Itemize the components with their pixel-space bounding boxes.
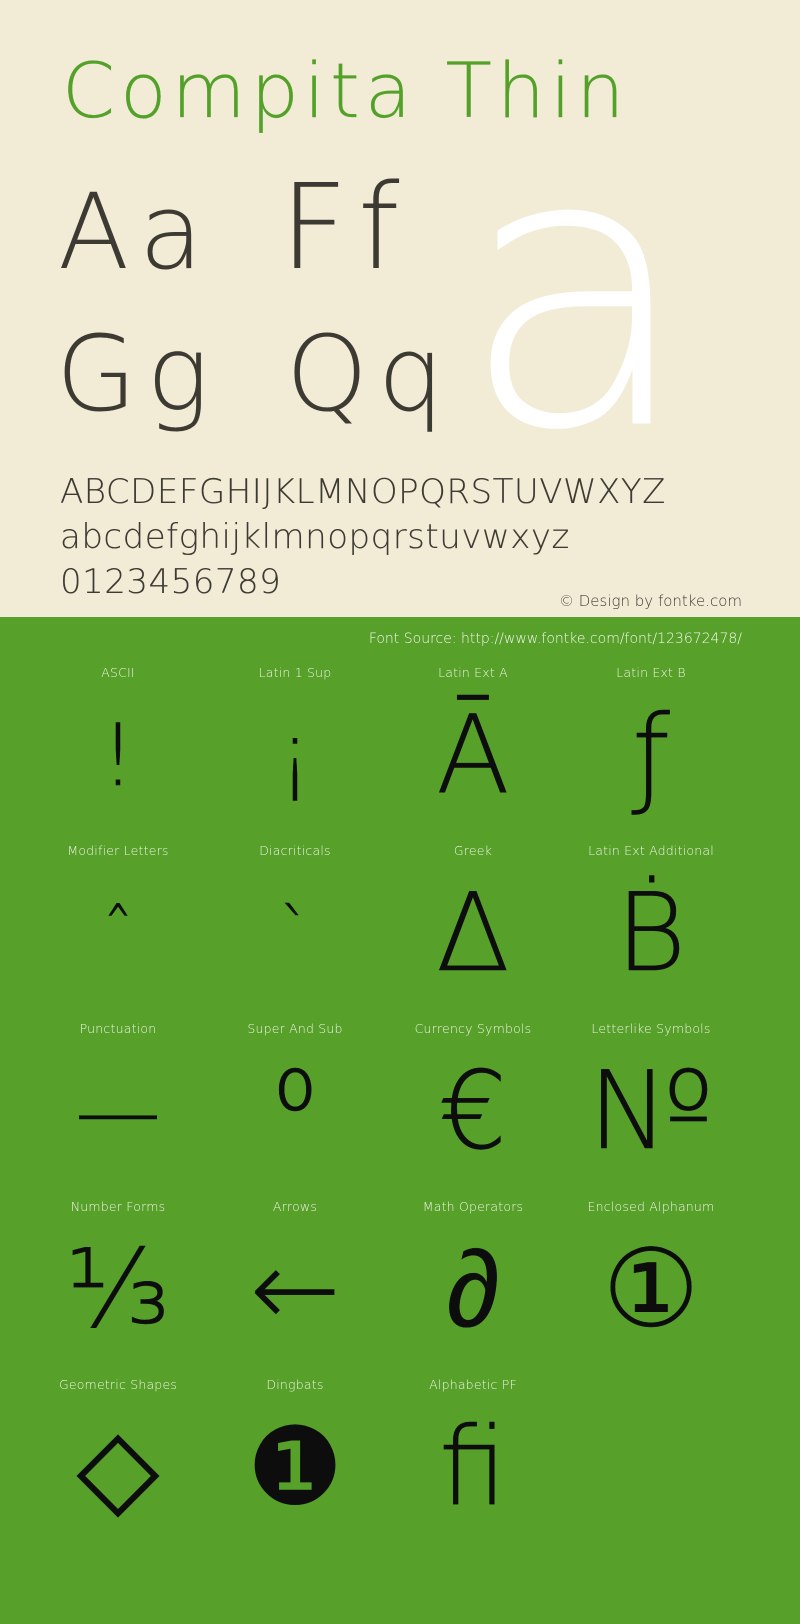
coverage-glyph: Ā bbox=[436, 693, 510, 818]
coverage-cell-diacriticals: Diacriticals ˋ bbox=[206, 833, 384, 1011]
coverage-glyph: ƒ bbox=[631, 693, 671, 818]
specimen-top-panel: Compita Thin Aa Ff Gg Qq a ABCDEFGHIJKLM… bbox=[0, 0, 800, 617]
coverage-cell-math-operators: Math Operators ∂ bbox=[384, 1189, 562, 1367]
coverage-label: Latin Ext B bbox=[616, 665, 686, 680]
coverage-glyph: ⁰ bbox=[273, 1049, 317, 1174]
coverage-glyph: — bbox=[75, 1062, 161, 1162]
showcase-glyph-pair-gg: Gg bbox=[56, 313, 219, 435]
coverage-label: Punctuation bbox=[79, 1021, 157, 1036]
coverage-cell-modifier-letters: Modifier Letters ˆ bbox=[29, 833, 207, 1011]
coverage-cell-geometric-shapes: Geometric Shapes ◇ bbox=[29, 1367, 207, 1545]
coverage-label: Greek bbox=[453, 843, 493, 858]
coverage-cell-latin-1-sup: Latin 1 Sup ¡ bbox=[206, 655, 384, 833]
unicode-coverage-grid: ASCII ! Latin 1 Sup ¡ Latin Ext A Ā Lati… bbox=[0, 655, 800, 1547]
coverage-glyph: ! bbox=[100, 706, 136, 806]
coverage-cell-currency-symbols: Currency Symbols € bbox=[384, 1011, 562, 1189]
coverage-label: ASCII bbox=[101, 665, 135, 680]
alphabet-block: ABCDEFGHIJKLMNOPQRSTUVWXYZ abcdefghijklm… bbox=[60, 470, 760, 605]
coverage-row: Modifier Letters ˆ Diacriticals ˋ Greek … bbox=[0, 833, 800, 1011]
coverage-cell-number-forms: Number Forms ⅓ bbox=[29, 1189, 207, 1367]
coverage-row: Punctuation — Super And Sub ⁰ Currency S… bbox=[0, 1011, 800, 1189]
coverage-glyph: ❶ bbox=[246, 1405, 344, 1530]
coverage-cell-dingbats: Dingbats ❶ bbox=[206, 1367, 384, 1545]
coverage-glyph: ˆ bbox=[101, 895, 135, 972]
coverage-label: Currency Symbols bbox=[414, 1021, 532, 1036]
coverage-glyph: ﬁ bbox=[438, 1405, 508, 1530]
coverage-label: Number Forms bbox=[70, 1199, 166, 1214]
coverage-glyph: ⅓ bbox=[65, 1227, 171, 1352]
showcase-glyph-pair-aa: Aa bbox=[58, 171, 213, 293]
coverage-cell-latin-ext-additional: Latin Ext Additional Ḃ bbox=[562, 833, 740, 1011]
coverage-label: Letterlike Symbols bbox=[591, 1021, 711, 1036]
coverage-row: Geometric Shapes ◇ Dingbats ❶ Alphabetic… bbox=[0, 1367, 800, 1547]
coverage-label: Dingbats bbox=[266, 1377, 324, 1392]
coverage-label: Super And Sub bbox=[247, 1021, 343, 1036]
coverage-cell-greek: Greek Δ bbox=[384, 833, 562, 1011]
coverage-cell-letterlike-symbols: Letterlike Symbols № bbox=[562, 1011, 740, 1189]
coverage-label: Alphabetic PF bbox=[429, 1377, 517, 1392]
coverage-label: Latin Ext A bbox=[438, 665, 508, 680]
coverage-label: Geometric Shapes bbox=[58, 1377, 178, 1392]
coverage-glyph: ∂ bbox=[446, 1227, 500, 1352]
coverage-row: Number Forms ⅓ Arrows ← Math Operators ∂… bbox=[0, 1189, 800, 1367]
alphabet-uppercase: ABCDEFGHIJKLMNOPQRSTUVWXYZ bbox=[60, 472, 666, 512]
coverage-label: Math Operators bbox=[422, 1199, 524, 1214]
coverage-cell-super-and-sub: Super And Sub ⁰ bbox=[206, 1011, 384, 1189]
coverage-glyph: € bbox=[438, 1049, 508, 1174]
design-credit: © Design by fontke.com bbox=[558, 592, 742, 610]
coverage-label: Latin Ext Additional bbox=[588, 843, 714, 858]
coverage-label: Modifier Letters bbox=[67, 843, 169, 858]
coverage-label: Diacriticals bbox=[259, 843, 331, 858]
coverage-row: ASCII ! Latin 1 Sup ¡ Latin Ext A Ā Lati… bbox=[0, 655, 800, 833]
coverage-label: Arrows bbox=[272, 1199, 318, 1214]
glyph-showcase: Aa Ff Gg Qq a bbox=[0, 101, 800, 482]
coverage-cell-arrows: Arrows ← bbox=[206, 1189, 384, 1367]
coverage-glyph: ◇ bbox=[76, 1405, 160, 1530]
coverage-glyph: ① bbox=[602, 1227, 700, 1352]
coverage-cell-enclosed-alphanum: Enclosed Alphanum ① bbox=[562, 1189, 740, 1367]
coverage-cell-latin-ext-b: Latin Ext B ƒ bbox=[562, 655, 740, 833]
alphabet-lowercase: abcdefghijklmnopqrstuvwxyz bbox=[60, 516, 570, 557]
showcase-giant-glyph: a bbox=[460, 70, 694, 513]
coverage-cell-latin-ext-a: Latin Ext A Ā bbox=[384, 655, 562, 833]
font-source-link[interactable]: Font Source: http://www.fontke.com/font/… bbox=[369, 631, 742, 647]
coverage-glyph: ← bbox=[249, 1227, 341, 1352]
coverage-glyph: № bbox=[588, 1049, 714, 1174]
coverage-label: Enclosed Alphanum bbox=[587, 1199, 715, 1214]
coverage-glyph: Δ bbox=[436, 871, 510, 996]
coverage-label: Latin 1 Sup bbox=[258, 665, 332, 680]
font-specimen-page: Compita Thin Aa Ff Gg Qq a ABCDEFGHIJKLM… bbox=[0, 0, 800, 1624]
coverage-cell-punctuation: Punctuation — bbox=[29, 1011, 207, 1189]
coverage-glyph: ¡ bbox=[277, 706, 313, 806]
coverage-cell-ascii: ASCII ! bbox=[29, 655, 207, 833]
showcase-glyph-pair-qq: Qq bbox=[286, 313, 454, 435]
coverage-glyph: ˋ bbox=[278, 895, 312, 972]
coverage-cell-alphabetic-pf: Alphabetic PF ﬁ bbox=[384, 1367, 562, 1545]
specimen-green-panel: Font Source: http://www.fontke.com/font/… bbox=[0, 617, 800, 1624]
showcase-glyph-pair-ff: Ff bbox=[280, 158, 410, 296]
coverage-glyph: Ḃ bbox=[615, 871, 687, 996]
